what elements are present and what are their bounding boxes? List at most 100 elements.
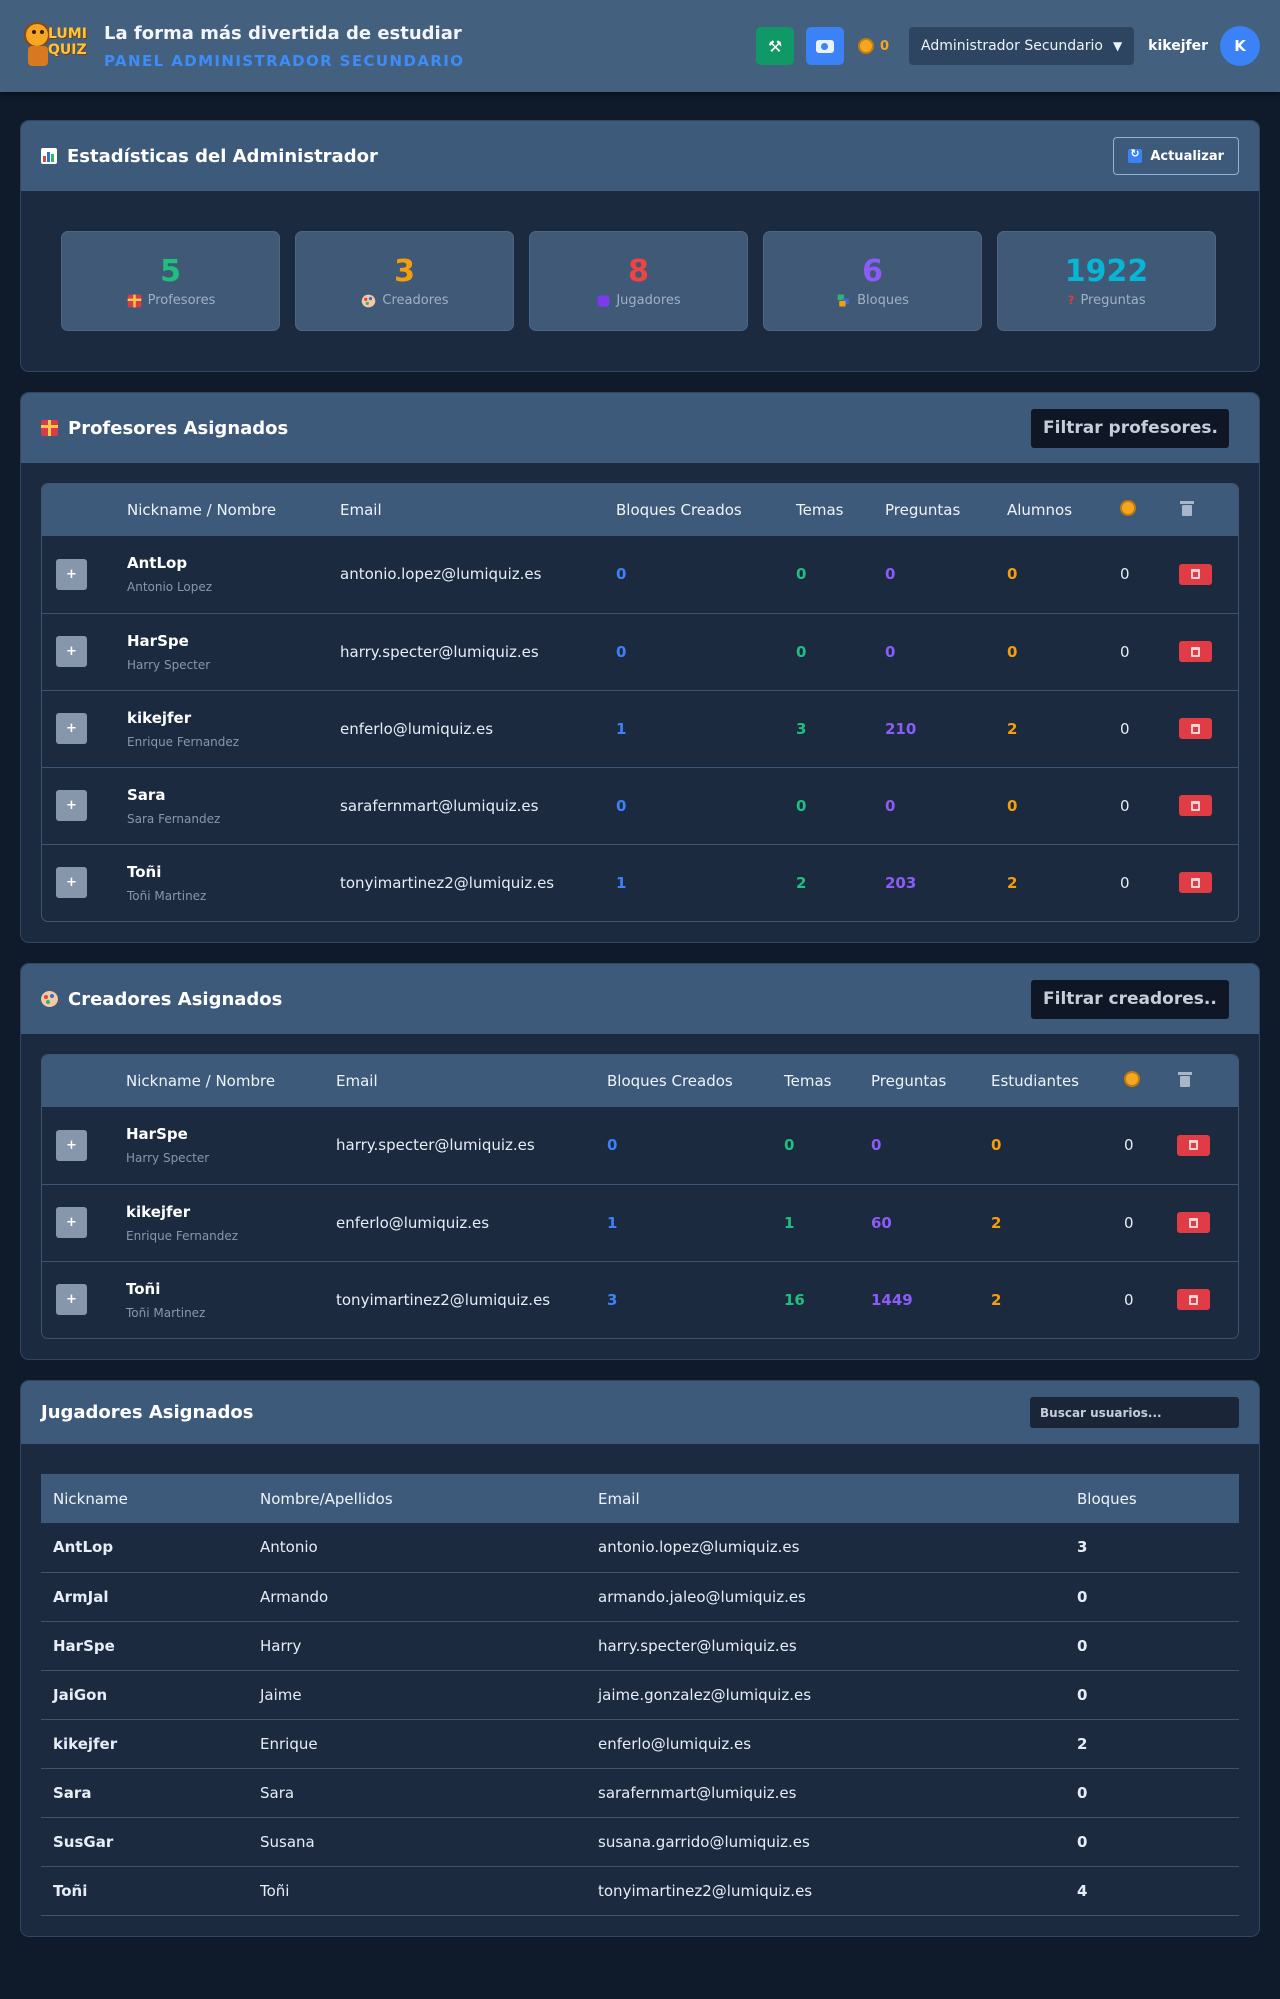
coin-icon (857, 38, 874, 54)
expand-button[interactable]: + (56, 636, 87, 667)
delete-button[interactable] (1179, 563, 1212, 585)
table-row[interactable]: ArmJal Armando armando.jaleo@lumiquiz.es 0 (41, 1572, 1239, 1622)
stat-label: Preguntas (1080, 293, 1146, 308)
questions-count: 0 (871, 1136, 882, 1155)
column-header[interactable]: Bloques (1065, 1474, 1239, 1523)
expand-button[interactable]: + (56, 867, 87, 899)
blocks-count: 0 (1065, 1621, 1239, 1671)
tools-button[interactable]: ⚒ (755, 27, 794, 65)
expand-button[interactable]: + (56, 1129, 87, 1161)
blocks-count: 1 (616, 689, 796, 767)
column-header[interactable]: Nickname / Nombre (126, 1055, 336, 1107)
column-header[interactable]: Estudiantes (991, 1055, 1124, 1107)
table-row[interactable]: kikejfer Enrique enferlo@lumiquiz.es 2 (41, 1719, 1239, 1769)
topics-count: 0 (784, 1136, 795, 1155)
first-name: Susana (248, 1817, 586, 1867)
expand-button[interactable]: + (56, 1284, 87, 1316)
search-users-input[interactable] (1030, 1397, 1239, 1428)
blocks-count: 2 (1065, 1719, 1239, 1769)
delete-button[interactable] (1179, 718, 1212, 739)
table-row: + Toñi Toñi Martinez tonyimartinez2@lumiq… (42, 843, 1238, 921)
nickname: AntLop (41, 1523, 248, 1573)
delete-button[interactable] (1177, 1212, 1210, 1233)
table-row[interactable]: Toñi Toñi tonyimartinez2@lumiquiz.es 4 (41, 1866, 1239, 1916)
column-header[interactable]: Alumnos (1007, 484, 1120, 536)
topics-count: 0 (796, 766, 885, 844)
topics-count: 2 (796, 843, 885, 921)
column-header[interactable]: Temas (784, 1055, 871, 1107)
column-header[interactable]: Nickname / Nombre (127, 484, 340, 536)
coins-count: 0 (1120, 612, 1179, 690)
lumiquiz-logo[interactable]: LUMI QUIZ (22, 16, 87, 76)
nickname: kikejfer (126, 1202, 191, 1221)
email: armando.jaleo@lumiquiz.es (586, 1572, 1065, 1622)
stat-label: Profesores (147, 293, 216, 308)
trash-icon (1189, 1217, 1198, 1228)
delete-button[interactable] (1179, 795, 1212, 816)
first-name: Armando (248, 1572, 586, 1622)
students-count: 2 (1007, 843, 1120, 921)
table-row[interactable]: Sara Sara sarafernmart@lumiquiz.es 0 (41, 1768, 1239, 1818)
table-row[interactable]: JaiGon Jaime jaime.gonzalez@lumiquiz.es 0 (41, 1670, 1239, 1720)
table-row[interactable]: HarSpe Harry harry.specter@lumiquiz.es 0 (41, 1621, 1239, 1671)
column-header[interactable]: Email (336, 1055, 607, 1107)
students-count: 0 (1007, 612, 1120, 690)
column-header[interactable]: Bloques Creados (607, 1055, 784, 1107)
blocks-count: 1 (607, 1183, 784, 1261)
column-header[interactable]: Email (586, 1474, 1065, 1523)
teachers-section: Profesores Asignados Nickname / Nombre E… (20, 392, 1260, 943)
stat-card-creators: 3 Creadores (295, 231, 514, 331)
expand-button[interactable]: + (56, 713, 87, 744)
expand-button[interactable]: + (56, 1207, 87, 1238)
stat-label: Creadores (382, 293, 449, 308)
trash-icon (1191, 569, 1200, 580)
role-select[interactable]: Administrador Secundario ▼ (909, 27, 1135, 65)
email: enferlo@lumiquiz.es (586, 1719, 1065, 1769)
delete-button[interactable] (1177, 1134, 1210, 1156)
table-row: + HarSpe Harry Specter harry.specter@lumi… (42, 612, 1238, 690)
column-header[interactable]: Preguntas (871, 1055, 991, 1107)
blocks-count: 0 (1065, 1768, 1239, 1818)
blocks-count: 0 (607, 1136, 618, 1155)
expand-button[interactable]: + (56, 558, 87, 590)
blocks-count: 0 (1065, 1572, 1239, 1622)
column-header[interactable]: Bloques Creados (616, 484, 796, 536)
delete-button[interactable] (1179, 641, 1212, 662)
filter-teachers-input[interactable] (1031, 408, 1229, 448)
books-icon (837, 294, 851, 307)
chart-icon (41, 148, 57, 164)
filter-creators-input[interactable] (1031, 979, 1229, 1019)
coins-count: 0 (1120, 843, 1179, 921)
column-header[interactable]: Email (340, 484, 616, 536)
coins-count: 0 (1120, 766, 1179, 844)
refresh-button[interactable]: Actualizar (1113, 137, 1239, 175)
camera-button[interactable] (805, 27, 844, 65)
email: sarafernmart@lumiquiz.es (340, 766, 616, 844)
table-row[interactable]: AntLop Antonio antonio.lopez@lumiquiz.es 3 (41, 1523, 1239, 1573)
avatar[interactable]: K (1220, 26, 1260, 66)
tagline: La forma más divertida de estudiar (104, 22, 462, 44)
full-name: Toñi Martinez (126, 1305, 206, 1320)
table-row[interactable]: SusGar Susana susana.garrido@lumiquiz.es 0 (41, 1817, 1239, 1867)
blocks-count: 0 (1065, 1817, 1239, 1867)
column-header[interactable]: Temas (796, 484, 885, 536)
questions-count: 203 (885, 843, 1007, 921)
full-name: Sara Fernandez (127, 811, 221, 826)
students-count: 0 (991, 1136, 1002, 1155)
table-row: + AntLop Antonio Lopez antonio.lopez@lumi… (42, 536, 1238, 613)
coins-count: 0 (1124, 1136, 1134, 1155)
table-row: + kikejfer Enrique Fernandez enferlo@lumi… (42, 689, 1238, 767)
players-section: Jugadores Asignados Nickname Nombre/Apel… (20, 1380, 1260, 1937)
email: tonyimartinez2@lumiquiz.es (340, 843, 616, 921)
table-header-row: Nickname / Nombre Email Bloques Creados … (42, 484, 1238, 536)
trash-icon (1191, 723, 1200, 734)
column-header[interactable]: Nombre/Apellidos (248, 1474, 586, 1523)
column-header[interactable]: Preguntas (885, 484, 1007, 536)
email: tonyimartinez2@lumiquiz.es (336, 1260, 607, 1338)
expand-button[interactable]: + (56, 790, 87, 821)
delete-button[interactable] (1179, 872, 1212, 894)
delete-button[interactable] (1177, 1289, 1210, 1311)
column-header[interactable]: Nickname (41, 1474, 248, 1523)
topics-count: 3 (796, 689, 885, 767)
questions-count: 0 (885, 766, 1007, 844)
